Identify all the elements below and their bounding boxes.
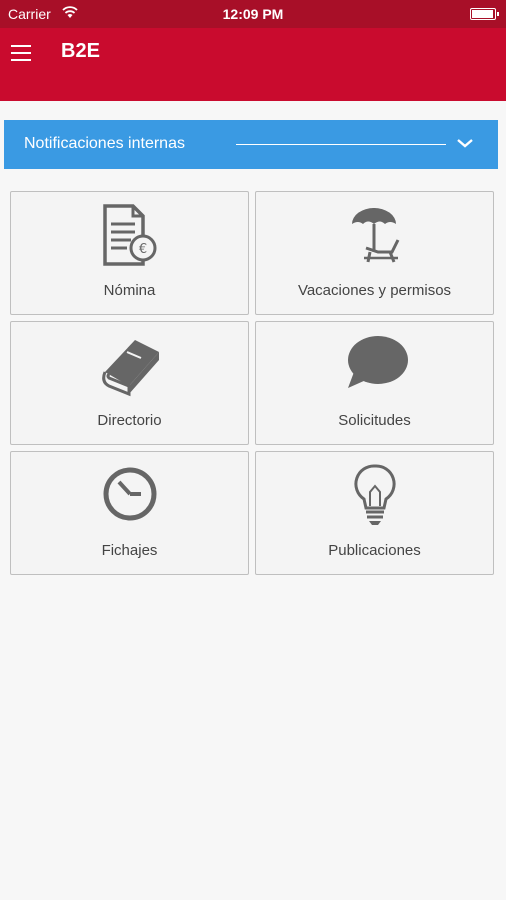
tile-directorio[interactable]: Directorio <box>10 321 249 445</box>
notifications-label: Notificaciones internas <box>24 135 185 152</box>
tile-label: Fichajes <box>101 542 158 559</box>
tile-label: Vacaciones y permisos <box>297 282 452 299</box>
speech-bubble-icon <box>347 336 408 388</box>
payslip-euro-icon: € <box>102 204 156 266</box>
notifications-dropdown[interactable]: Notificaciones internas <box>4 120 498 169</box>
app-bar: B2E <box>0 28 506 101</box>
menu-grid: € Nómina Vacaciones y permisos Directori… <box>10 191 494 575</box>
beach-umbrella-icon <box>351 208 399 263</box>
tile-label: Publicaciones <box>328 542 421 559</box>
status-bar: Carrier 12:09 PM <box>0 0 506 28</box>
tile-nomina[interactable]: € Nómina <box>10 191 249 315</box>
book-icon <box>101 340 159 397</box>
app-title: B2E <box>61 40 100 62</box>
tile-solicitudes[interactable]: Solicitudes <box>255 321 494 445</box>
clock-time: 12:09 PM <box>222 6 284 22</box>
tile-label: Nómina <box>103 282 156 299</box>
tile-label: Directorio <box>97 412 162 429</box>
hamburger-menu-icon[interactable] <box>11 45 31 61</box>
clock-icon <box>103 467 156 521</box>
notifications-divider <box>236 144 446 145</box>
tile-publicaciones[interactable]: Publicaciones <box>255 451 494 575</box>
battery-icon <box>470 8 499 20</box>
chevron-down-icon[interactable] <box>456 134 474 152</box>
tile-label: Solicitudes <box>338 412 411 429</box>
lightbulb-icon <box>353 464 396 525</box>
svg-text:€: € <box>138 242 146 257</box>
tile-fichajes[interactable]: Fichajes <box>10 451 249 575</box>
tile-vacaciones[interactable]: Vacaciones y permisos <box>255 191 494 315</box>
